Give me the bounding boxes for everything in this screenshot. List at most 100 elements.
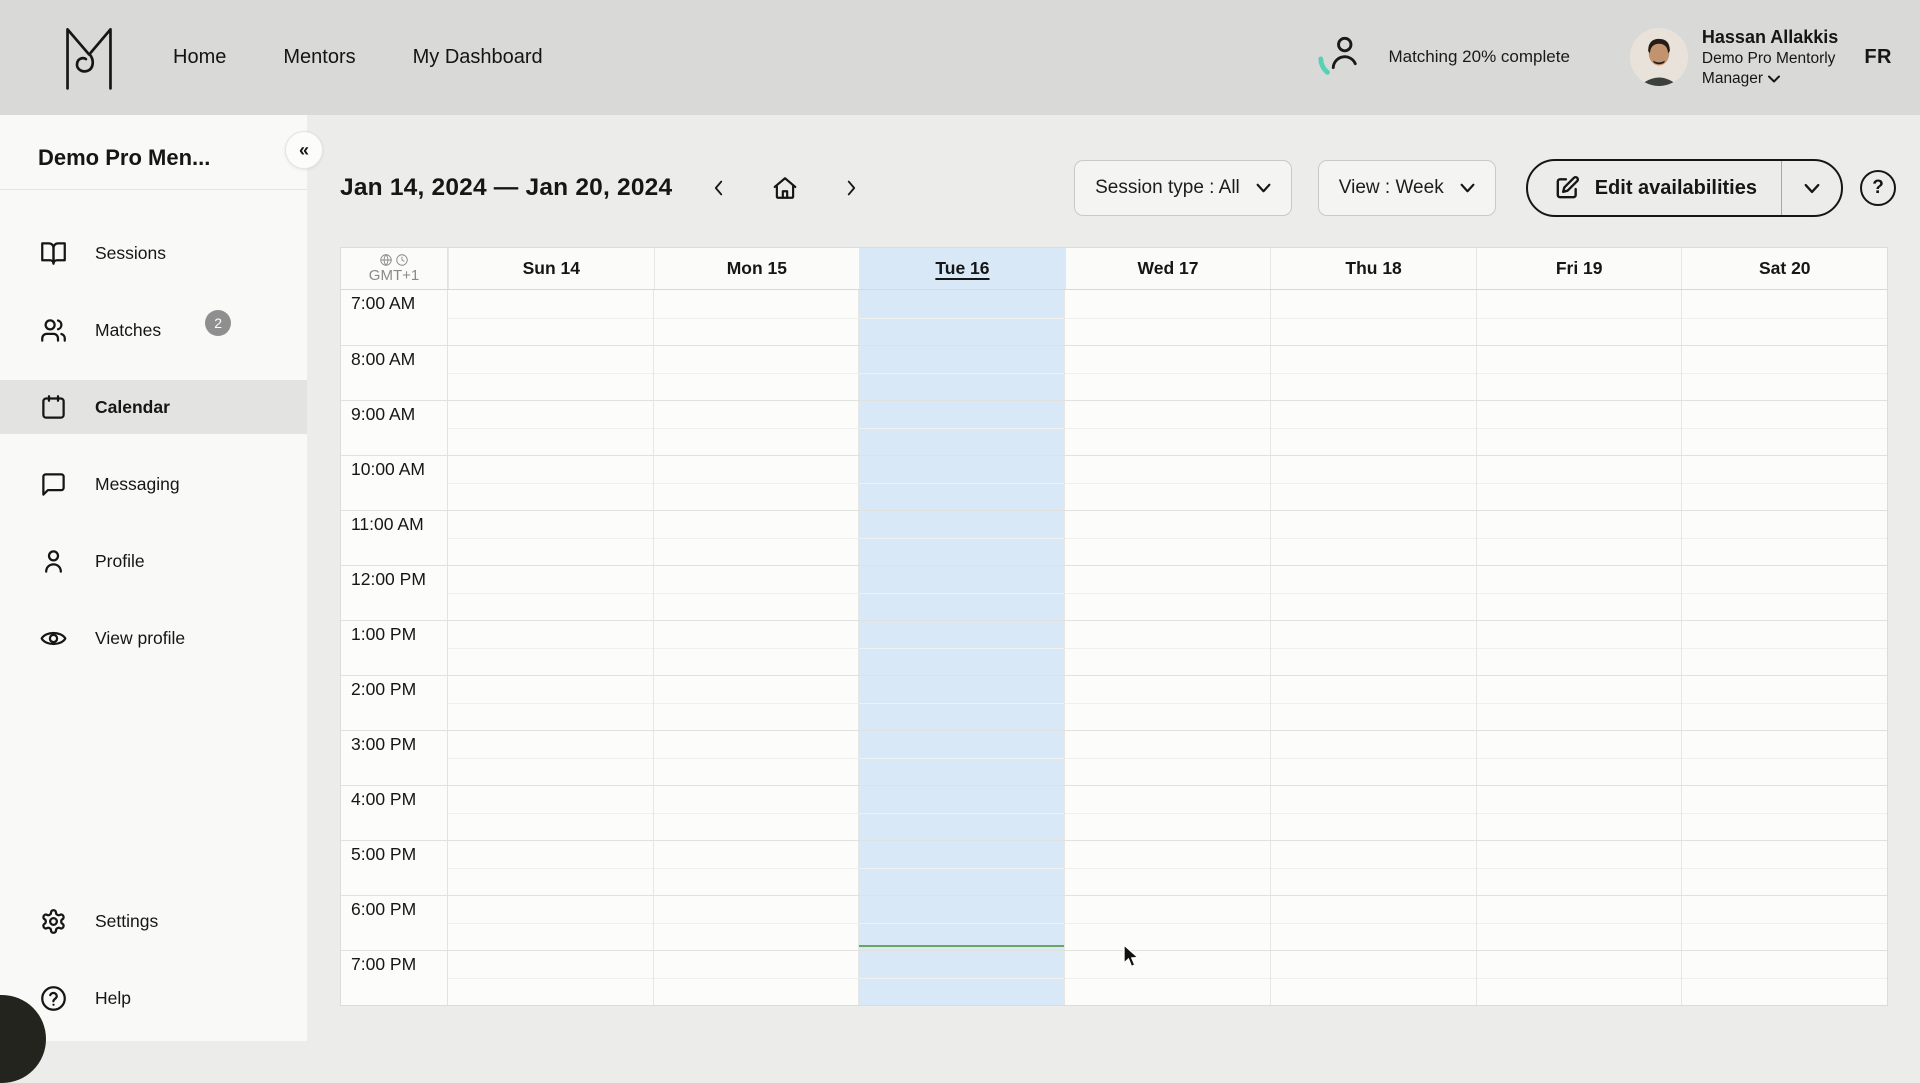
calendar-cell[interactable] <box>448 621 653 675</box>
calendar-cell[interactable] <box>448 786 653 840</box>
calendar-cell[interactable] <box>1476 566 1682 620</box>
calendar-cell[interactable] <box>448 841 653 895</box>
calendar-cell[interactable] <box>1476 731 1682 785</box>
calendar-cell[interactable] <box>1064 896 1270 950</box>
calendar-cell[interactable] <box>653 731 859 785</box>
sidebar-item-matches[interactable]: Matches 2 <box>0 303 307 357</box>
sidebar-item-sessions[interactable]: Sessions <box>0 226 307 280</box>
nav-my-dashboard[interactable]: My Dashboard <box>413 46 543 69</box>
session-type-dropdown[interactable]: Session type : All <box>1074 160 1292 216</box>
day-header-tue-16[interactable]: Tue 16 <box>859 248 1065 289</box>
calendar-cell[interactable] <box>448 676 653 730</box>
view-dropdown[interactable]: View : Week <box>1318 160 1496 216</box>
calendar-cell[interactable] <box>858 511 1064 565</box>
nav-home[interactable]: Home <box>173 46 226 69</box>
calendar-cell[interactable] <box>858 731 1064 785</box>
calendar-cell[interactable] <box>448 346 653 400</box>
calendar-cell[interactable] <box>858 566 1064 620</box>
calendar-cell[interactable] <box>653 566 859 620</box>
sidebar-item-messaging[interactable]: Messaging <box>0 457 307 511</box>
calendar-cell[interactable] <box>858 621 1064 675</box>
calendar-cell[interactable] <box>1476 456 1682 510</box>
calendar-cell[interactable] <box>1681 896 1887 950</box>
calendar-cell[interactable] <box>653 621 859 675</box>
calendar-cell[interactable] <box>1270 676 1476 730</box>
calendar-cell[interactable] <box>1270 841 1476 895</box>
calendar-cell[interactable] <box>653 951 859 1005</box>
previous-week-button[interactable] <box>704 173 734 203</box>
calendar-cell[interactable] <box>1270 621 1476 675</box>
calendar-cell[interactable] <box>858 951 1064 1005</box>
day-header-sun-14[interactable]: Sun 14 <box>448 248 654 289</box>
calendar-cell[interactable] <box>448 290 653 345</box>
calendar-cell[interactable] <box>858 676 1064 730</box>
calendar-cell[interactable] <box>1064 841 1270 895</box>
day-header-sat-20[interactable]: Sat 20 <box>1681 248 1887 289</box>
calendar-cell[interactable] <box>1064 566 1270 620</box>
calendar-cell[interactable] <box>1270 786 1476 840</box>
calendar-cell[interactable] <box>1270 566 1476 620</box>
calendar-cell[interactable] <box>858 786 1064 840</box>
mentorly-logo-icon[interactable] <box>62 23 118 93</box>
calendar-cell[interactable] <box>1064 290 1270 345</box>
user-menu[interactable]: Hassan Allakkis Demo Pro Mentorly Manage… <box>1630 26 1838 90</box>
calendar-cell[interactable] <box>653 511 859 565</box>
calendar-cell[interactable] <box>1476 621 1682 675</box>
calendar-cell[interactable] <box>1476 676 1682 730</box>
calendar-cell[interactable] <box>1476 786 1682 840</box>
calendar-cell[interactable] <box>653 786 859 840</box>
calendar-cell[interactable] <box>858 841 1064 895</box>
edit-availabilities-button[interactable]: Edit availabilities <box>1528 161 1781 215</box>
calendar-cell[interactable] <box>1476 511 1682 565</box>
calendar-cell[interactable] <box>653 896 859 950</box>
calendar-cell[interactable] <box>1681 566 1887 620</box>
user-role-dropdown[interactable]: Manager <box>1702 69 1838 89</box>
day-header-wed-17[interactable]: Wed 17 <box>1065 248 1271 289</box>
calendar-cell[interactable] <box>858 456 1064 510</box>
calendar-cell[interactable] <box>1064 511 1270 565</box>
calendar-cell[interactable] <box>1681 731 1887 785</box>
calendar-cell[interactable] <box>448 511 653 565</box>
calendar-cell[interactable] <box>1681 401 1887 455</box>
calendar-cell[interactable] <box>1064 786 1270 840</box>
sidebar-item-profile[interactable]: Profile <box>0 534 307 588</box>
calendar-cell[interactable] <box>1476 896 1682 950</box>
sidebar-collapse-button[interactable]: « <box>285 131 323 169</box>
calendar-cell[interactable] <box>1681 951 1887 1005</box>
calendar-cell[interactable] <box>653 401 859 455</box>
calendar-cell[interactable] <box>1270 401 1476 455</box>
sidebar-item-calendar[interactable]: Calendar <box>0 380 307 434</box>
calendar-cell[interactable] <box>1681 290 1887 345</box>
calendar-cell[interactable] <box>858 896 1064 950</box>
calendar-cell[interactable] <box>1270 896 1476 950</box>
calendar-cell[interactable] <box>1064 951 1270 1005</box>
calendar-cell[interactable] <box>1681 676 1887 730</box>
calendar-cell[interactable] <box>1064 676 1270 730</box>
calendar-cell[interactable] <box>1681 621 1887 675</box>
calendar-cell[interactable] <box>448 566 653 620</box>
calendar-cell[interactable] <box>1064 456 1270 510</box>
calendar-cell[interactable] <box>653 456 859 510</box>
edit-availabilities-caret[interactable] <box>1781 161 1841 215</box>
language-selector[interactable]: FR <box>1864 46 1892 69</box>
calendar-cell[interactable] <box>653 290 859 345</box>
day-header-mon-15[interactable]: Mon 15 <box>654 248 860 289</box>
calendar-cell[interactable] <box>1681 786 1887 840</box>
nav-mentors[interactable]: Mentors <box>283 46 355 69</box>
calendar-cell[interactable] <box>653 676 859 730</box>
calendar-cell[interactable] <box>1064 401 1270 455</box>
calendar-cell[interactable] <box>1476 841 1682 895</box>
calendar-cell[interactable] <box>1270 951 1476 1005</box>
sidebar-item-help[interactable]: Help <box>0 971 307 1025</box>
calendar-cell[interactable] <box>1681 511 1887 565</box>
calendar-cell[interactable] <box>1476 290 1682 345</box>
calendar-cell[interactable] <box>1476 346 1682 400</box>
calendar-cell[interactable] <box>1270 456 1476 510</box>
calendar-cell[interactable] <box>448 731 653 785</box>
calendar-cell[interactable] <box>1270 346 1476 400</box>
calendar-help-button[interactable]: ? <box>1860 170 1896 206</box>
calendar-cell[interactable] <box>1476 951 1682 1005</box>
day-header-thu-18[interactable]: Thu 18 <box>1270 248 1476 289</box>
calendar-cell[interactable] <box>1270 731 1476 785</box>
calendar-cell[interactable] <box>653 841 859 895</box>
